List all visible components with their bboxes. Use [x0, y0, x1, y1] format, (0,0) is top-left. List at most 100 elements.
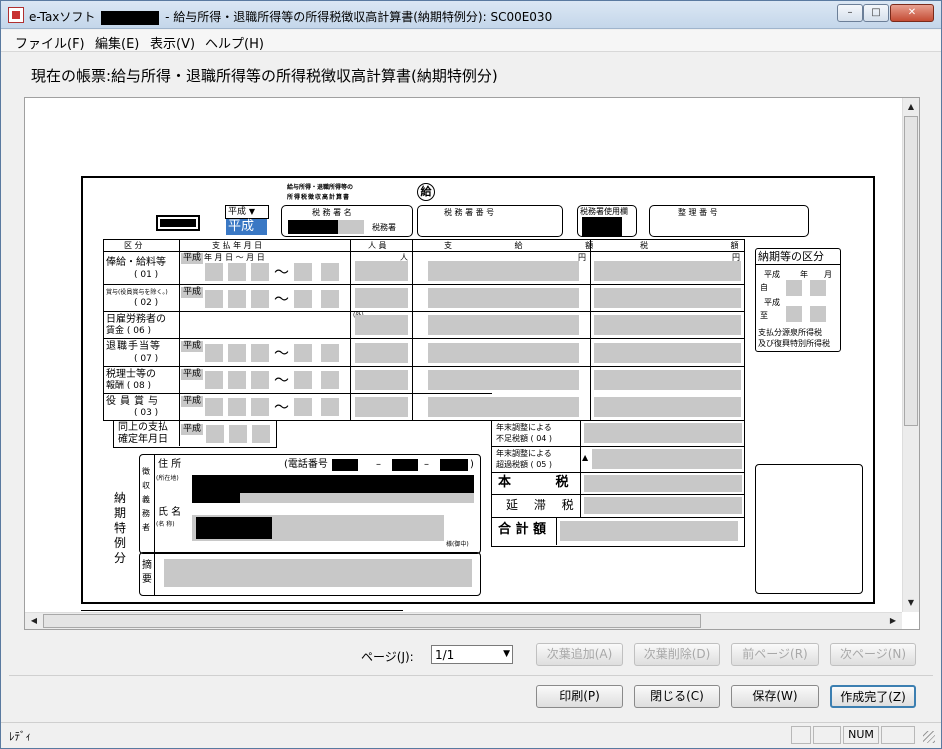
maximize-button[interactable]: □	[863, 4, 889, 22]
nenmatsu-code: 不足税額 ( 04 )	[496, 434, 553, 443]
honzei-label: 本 税	[498, 475, 589, 490]
divider	[590, 240, 591, 420]
menu-file[interactable]: ファイル(F)	[15, 33, 85, 52]
scroll-left-icon[interactable]: ◀	[26, 613, 42, 629]
divider	[154, 553, 155, 595]
tax-field[interactable]	[594, 397, 741, 417]
date-field[interactable]	[294, 398, 312, 416]
date-field[interactable]	[228, 398, 246, 416]
date-field[interactable]	[294, 263, 312, 281]
delete-page-button[interactable]: 次葉削除(D)	[634, 643, 720, 666]
menu-help[interactable]: ヘルプ(H)	[205, 33, 264, 52]
date-field[interactable]	[810, 306, 826, 322]
page-select[interactable]: 1/1 ▼	[431, 645, 513, 664]
date-field[interactable]	[228, 344, 246, 362]
scroll-right-icon[interactable]: ▶	[885, 613, 901, 629]
amount-field[interactable]	[428, 288, 579, 308]
date-field[interactable]	[321, 290, 339, 308]
print-button[interactable]: 印刷(P)	[536, 685, 623, 708]
date-field[interactable]	[205, 371, 223, 389]
date-field[interactable]	[205, 263, 223, 281]
date-field[interactable]	[228, 290, 246, 308]
window-title: e-Taxソフト - 給与所得・退職所得等の所得税徴収高計算書(納期特例分): …	[29, 8, 552, 25]
era-tag: 平成	[762, 269, 782, 280]
tax-field[interactable]	[592, 449, 742, 469]
amount-field[interactable]	[428, 315, 579, 335]
horizontal-scrollbar[interactable]: ◀ ▶	[25, 612, 902, 629]
date-field[interactable]	[205, 344, 223, 362]
ninzu-field[interactable]	[355, 370, 408, 390]
date-field[interactable]	[251, 263, 269, 281]
date-field[interactable]	[252, 425, 270, 443]
tax-field[interactable]	[594, 261, 741, 281]
era-highlight[interactable]: 平成	[226, 219, 267, 235]
date-field[interactable]	[251, 344, 269, 362]
vertical-scroll-thumb[interactable]	[904, 116, 918, 426]
date-field[interactable]	[321, 344, 339, 362]
kyu-mark: 給	[417, 183, 435, 201]
date-field[interactable]	[251, 290, 269, 308]
date-field[interactable]	[294, 290, 312, 308]
finish-button[interactable]: 作成完了(Z)	[830, 685, 916, 708]
date-field[interactable]	[228, 371, 246, 389]
menu-edit[interactable]: 編集(E)	[95, 33, 139, 52]
row-code: 報酬 ( 08 )	[106, 381, 152, 391]
tax-field[interactable]	[594, 288, 741, 308]
tax-field[interactable]	[594, 343, 741, 363]
close-button[interactable]: 閉じる(C)	[634, 685, 720, 708]
divider	[756, 264, 840, 265]
nouki-kubun-label: 納期等の区分	[758, 250, 824, 263]
date-field[interactable]	[810, 280, 826, 296]
prev-page-button[interactable]: 前ページ(R)	[731, 643, 819, 666]
minimize-button[interactable]: –	[837, 4, 863, 22]
tax-office-number-label: 税 務 署 番 号	[444, 208, 495, 217]
save-button[interactable]: 保存(W)	[731, 685, 819, 708]
divider	[492, 494, 744, 495]
date-field[interactable]	[205, 290, 223, 308]
date-field[interactable]	[228, 263, 246, 281]
ninzu-field[interactable]	[355, 261, 408, 281]
scroll-up-icon[interactable]: ▲	[903, 99, 919, 115]
amount-field[interactable]	[428, 370, 579, 390]
tax-field[interactable]	[594, 315, 741, 335]
date-field[interactable]	[205, 398, 223, 416]
amount-field[interactable]	[428, 397, 579, 417]
resize-grip-icon[interactable]	[923, 731, 935, 743]
ninzu-field[interactable]	[355, 288, 408, 308]
next-page-button[interactable]: 次ページ(N)	[830, 643, 916, 666]
total-field[interactable]	[560, 521, 738, 541]
era-tag: 平成	[181, 369, 204, 380]
tax-field[interactable]	[594, 370, 741, 390]
close-window-button[interactable]: ✕	[890, 4, 934, 22]
date-field[interactable]	[321, 371, 339, 389]
amount-field[interactable]	[428, 343, 579, 363]
scroll-down-icon[interactable]: ▼	[903, 595, 919, 611]
amount-field[interactable]	[428, 261, 579, 281]
redacted-block	[196, 517, 272, 539]
date-field[interactable]	[206, 425, 224, 443]
tax-field[interactable]	[584, 497, 742, 514]
date-field[interactable]	[294, 344, 312, 362]
vertical-scrollbar[interactable]: ▲ ▼	[902, 98, 919, 612]
date-field[interactable]	[786, 280, 802, 296]
date-field[interactable]	[321, 263, 339, 281]
address-field[interactable]	[240, 493, 474, 503]
col-shikyu: 支 払 年 月 日	[212, 241, 263, 250]
era-select[interactable]: 平成 ▼	[225, 205, 269, 219]
date-field[interactable]	[251, 371, 269, 389]
ninzu-field[interactable]	[355, 397, 408, 417]
date-field[interactable]	[321, 398, 339, 416]
ninzu-field[interactable]	[355, 315, 408, 335]
ninzu-field[interactable]	[355, 343, 408, 363]
divider	[9, 675, 933, 676]
tekiyo-field[interactable]	[164, 559, 472, 587]
menu-view[interactable]: 表示(V)	[150, 33, 195, 52]
date-field[interactable]	[786, 306, 802, 322]
add-page-button[interactable]: 次葉追加(A)	[536, 643, 623, 666]
date-field[interactable]	[294, 371, 312, 389]
horizontal-scroll-thumb[interactable]	[43, 614, 701, 628]
date-field[interactable]	[251, 398, 269, 416]
tax-field[interactable]	[584, 475, 742, 492]
date-field[interactable]	[229, 425, 247, 443]
tax-field[interactable]	[584, 423, 742, 443]
